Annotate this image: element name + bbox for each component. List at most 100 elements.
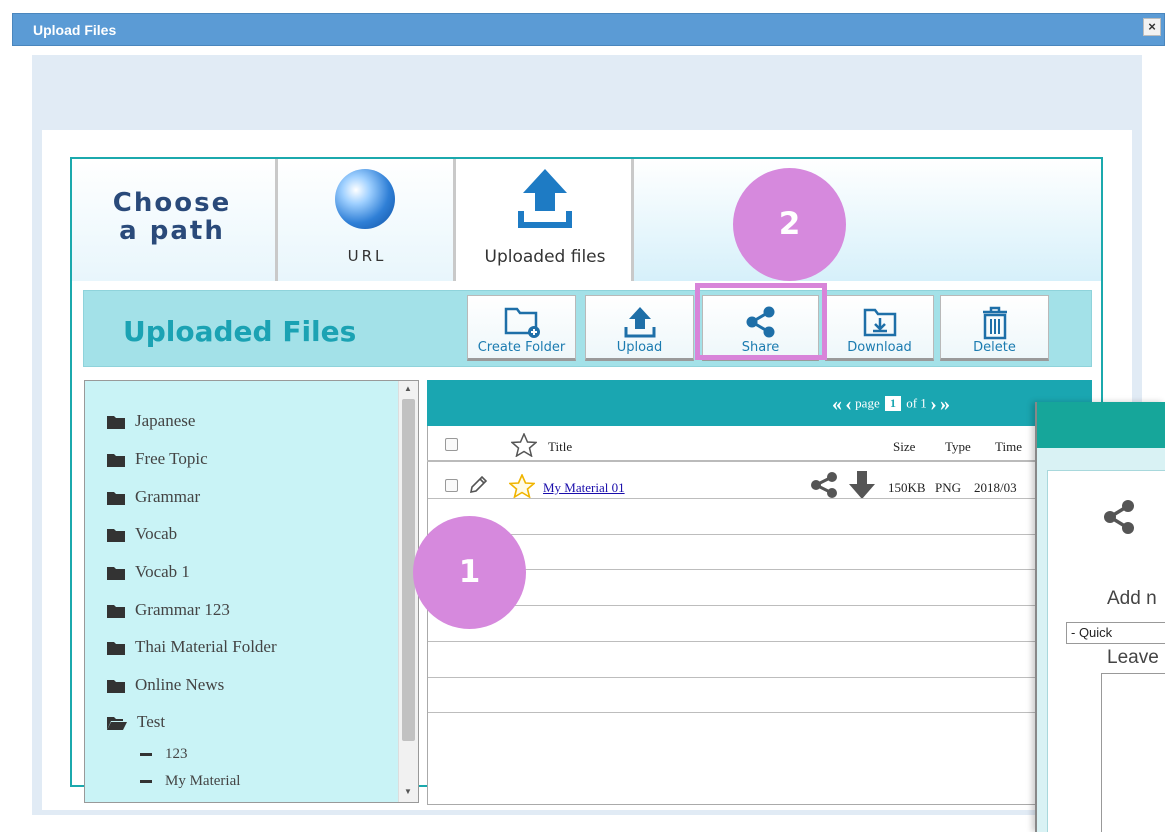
folder-label: Grammar [135,487,201,506]
upload-icon [624,307,655,338]
select-all-checkbox[interactable] [445,438,458,451]
tab-uploaded-files[interactable]: Uploaded files [456,159,634,281]
folder-label: Free Topic [135,449,208,468]
dialog-title: Upload Files [33,22,117,38]
step-badge-2: 2 [733,168,846,281]
subfolder-label: 123 [165,746,188,762]
folder-open-icon [107,717,127,731]
trash-icon [982,306,1007,340]
folder-item[interactable]: Online News [107,675,224,695]
dash-icon [140,780,152,784]
delete-label: Delete [973,340,1016,355]
page-number-input[interactable]: 1 [884,396,901,412]
folder-item[interactable]: Grammar 123 [107,600,230,620]
choose-line2: a path [119,216,225,246]
star-icon[interactable] [509,474,535,498]
tab-url-label: URL [347,247,387,265]
close-icon[interactable]: × [1143,18,1161,36]
share-highlight [695,283,827,360]
folder-label: Vocab [135,524,178,543]
folder-icon [107,529,125,543]
edit-pencil-icon[interactable] [467,474,489,496]
folder-icon [107,492,125,506]
dialog-titlebar: Upload Files [12,13,1165,46]
step-badge-1: 1 [413,516,526,629]
prev-page-icon[interactable]: ‹ [845,393,852,415]
folder-item[interactable]: Japanese [107,411,195,431]
choose-path-label: Choose a path [72,159,278,281]
file-size: 150KB [888,480,926,495]
delete-button[interactable]: Delete [940,295,1049,361]
scroll-down-icon[interactable]: ▼ [404,787,412,796]
dash-icon [140,753,152,757]
file-time: 2018/03 [974,480,1017,495]
page-suffix: of 1 [906,395,927,411]
folder-label: Thai Material Folder [135,637,277,656]
upload-icon [518,169,572,228]
folder-label: Vocab 1 [135,562,190,581]
folder-label: Japanese [135,411,196,430]
scroll-up-icon[interactable]: ▲ [404,384,412,393]
choose-line1: Choose [112,188,232,218]
folder-tree: Japanese Free Topic Grammar Vocab Vocab … [84,380,419,803]
next-page-icon[interactable]: › [930,393,937,415]
download-label: Download [847,340,912,355]
file-type: PNG [935,480,962,495]
folder-tree-scrollbar[interactable]: ▲ ▼ [398,381,418,802]
column-time[interactable]: Time [995,439,1022,455]
folder-icon [107,416,125,430]
create-folder-label: Create Folder [477,340,566,355]
folder-item[interactable]: Vocab 1 [107,562,190,582]
first-page-icon[interactable]: « [832,393,842,415]
folder-item[interactable]: Free Topic [107,449,208,469]
folder-icon [107,642,125,656]
file-list-header [427,380,1092,426]
row-divider [428,498,1036,499]
tab-uploaded-label: Uploaded files [484,247,606,267]
add-member-label: Add n [1107,588,1157,609]
share-icon [1104,500,1134,534]
column-title[interactable]: Title [548,439,572,455]
folder-icon [107,605,125,619]
message-textarea[interactable] [1101,673,1165,832]
share-popup-header [1037,402,1165,448]
download-arrow-icon[interactable] [848,470,876,500]
download-button[interactable]: Download [825,295,934,361]
column-size[interactable]: Size [893,439,915,455]
create-folder-button[interactable]: Create Folder [467,295,576,361]
subfolder-label: My Material [165,773,241,789]
upload-button[interactable]: Upload [585,295,694,361]
page-prefix: page [855,395,880,411]
download-icon [863,308,896,337]
folder-item[interactable]: Test [107,712,165,732]
section-title: Uploaded Files [123,315,357,348]
column-type[interactable]: Type [945,439,971,455]
folder-label: Grammar 123 [135,600,230,619]
share-icon[interactable] [806,471,842,499]
quick-select[interactable]: - Quick [1066,622,1165,644]
tab-url[interactable]: URL [278,159,456,281]
row-checkbox[interactable] [445,479,458,492]
pager: « ‹ page 1 of 1 › » [832,393,950,416]
globe-icon [335,169,395,229]
row-divider [428,605,1036,606]
row-divider [428,712,1036,713]
folder-item[interactable]: Grammar [107,487,200,507]
folder-item[interactable]: Thai Material Folder [107,637,277,657]
leave-message-label: Leave [1107,647,1159,668]
subfolder-item[interactable]: 123 [140,746,188,763]
create-folder-icon [504,307,540,338]
last-page-icon[interactable]: » [940,393,950,415]
folder-label: Online News [135,675,225,694]
star-outline-icon[interactable] [511,433,537,457]
file-title-link[interactable]: My Material 01 [543,480,625,496]
row-divider [428,534,1036,535]
folder-icon [107,567,125,581]
folder-item[interactable]: Vocab [107,524,177,544]
upload-files-dialog: Upload Files × Choose a path URL Uploade… [0,0,1165,832]
subfolder-item[interactable]: My Material [140,773,240,790]
folder-icon [107,680,125,694]
row-divider [428,677,1036,678]
folder-label: Test [137,712,166,731]
upload-label: Upload [616,340,663,355]
